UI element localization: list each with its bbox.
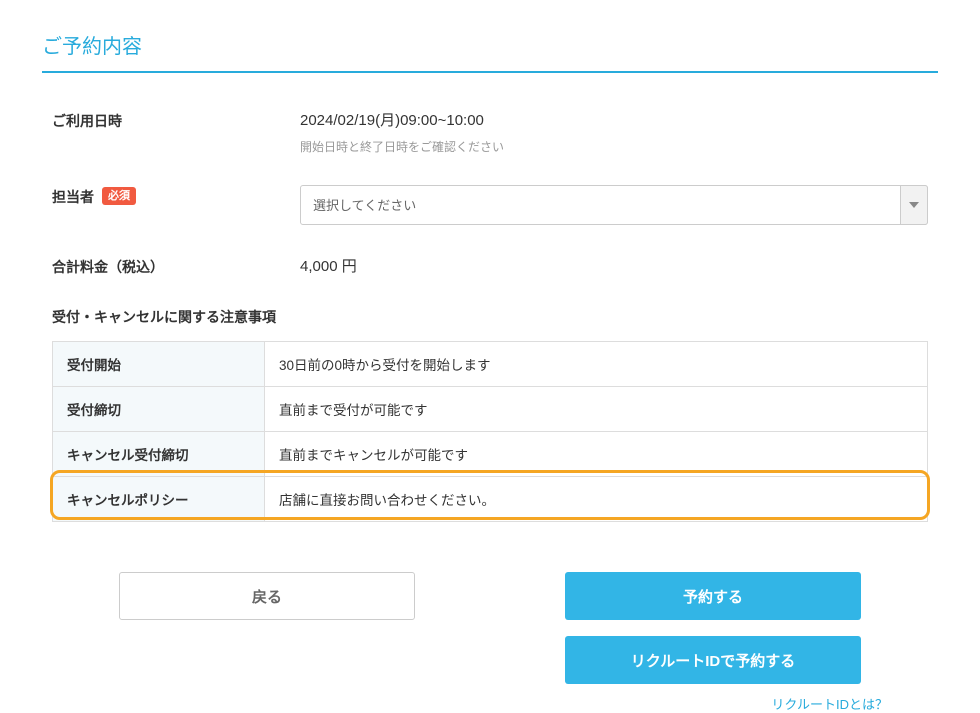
table-row: 受付開始 30日前の0時から受付を開始します bbox=[53, 342, 928, 387]
datetime-value: 2024/02/19(月)09:00~10:00 bbox=[300, 109, 928, 130]
notice-row-label: キャンセル受付締切 bbox=[53, 432, 265, 477]
reserve-button[interactable]: 予約する bbox=[565, 572, 861, 620]
notice-row-label: 受付締切 bbox=[53, 387, 265, 432]
notice-row-value: 直前までキャンセルが可能です bbox=[265, 432, 928, 477]
price-row: 合計料金（税込） 4,000 円 bbox=[52, 255, 928, 277]
recruit-id-help-link[interactable]: リクルートIDとは？ bbox=[42, 694, 938, 713]
back-button[interactable]: 戻る bbox=[119, 572, 415, 620]
datetime-label: ご利用日時 bbox=[52, 109, 300, 155]
notice-heading: 受付・キャンセルに関する注意事項 bbox=[52, 307, 928, 327]
notice-row-value: 店舗に直接お問い合わせください。 bbox=[265, 477, 928, 522]
reserve-recruit-button[interactable]: リクルートIDで予約する bbox=[565, 636, 861, 684]
staff-label: 担当者 bbox=[52, 187, 94, 207]
table-row: キャンセル受付締切 直前までキャンセルが可能です bbox=[53, 432, 928, 477]
notice-row-value: 30日前の0時から受付を開始します bbox=[265, 342, 928, 387]
datetime-row: ご利用日時 2024/02/19(月)09:00~10:00 開始日時と終了日時… bbox=[52, 109, 928, 155]
required-badge: 必須 bbox=[102, 187, 136, 205]
notice-row-label: キャンセルポリシー bbox=[53, 477, 265, 522]
page-title: ご予約内容 bbox=[42, 30, 938, 73]
staff-row: 担当者 必須 選択してください bbox=[52, 185, 928, 225]
notice-row-value: 直前まで受付が可能です bbox=[265, 387, 928, 432]
notice-table: 受付開始 30日前の0時から受付を開始します 受付締切 直前まで受付が可能です … bbox=[52, 341, 928, 522]
table-row: 受付締切 直前まで受付が可能です bbox=[53, 387, 928, 432]
datetime-note: 開始日時と終了日時をご確認ください bbox=[300, 138, 928, 155]
table-row: キャンセルポリシー 店舗に直接お問い合わせください。 bbox=[53, 477, 928, 522]
staff-select[interactable]: 選択してください bbox=[300, 185, 928, 225]
price-label: 合計料金（税込） bbox=[52, 255, 300, 277]
notice-row-label: 受付開始 bbox=[53, 342, 265, 387]
price-value: 4,000 円 bbox=[300, 255, 928, 276]
